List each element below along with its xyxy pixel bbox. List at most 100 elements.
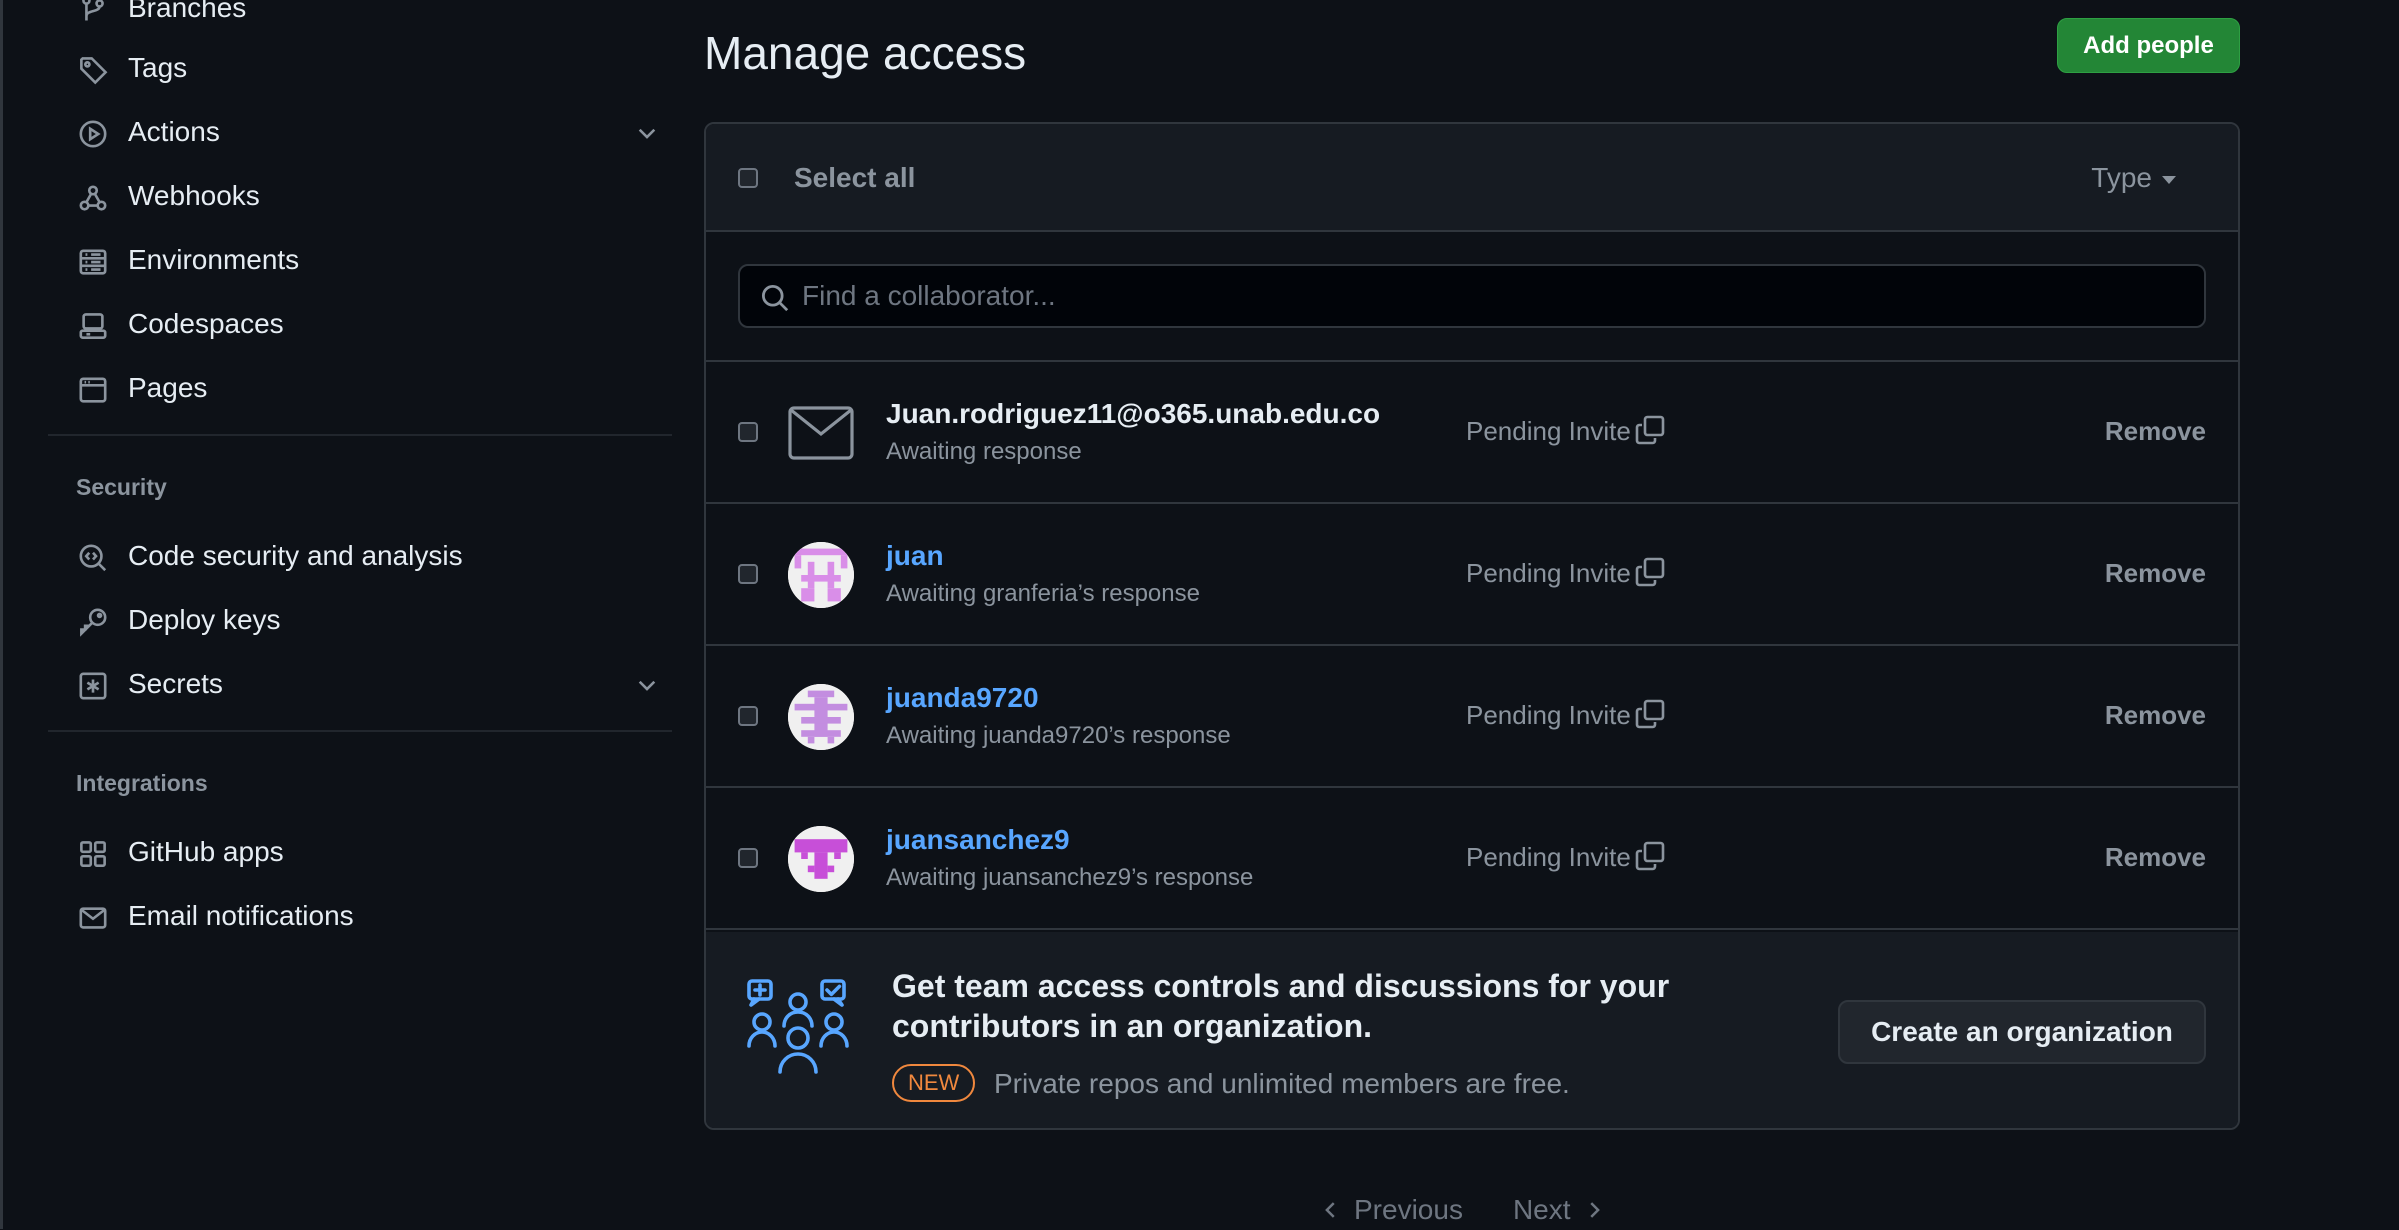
invite-status: Pending Invite (1466, 700, 1631, 730)
codespaces-icon (78, 311, 108, 341)
row-checkbox[interactable] (738, 422, 758, 442)
browser-icon (78, 375, 108, 405)
sidebar-item-github-apps[interactable]: GitHub apps (48, 828, 648, 876)
copy-icon[interactable] (1634, 698, 1666, 730)
sidebar-item-label: Environments (128, 244, 300, 275)
copy-icon[interactable] (1634, 414, 1666, 446)
sidebar-item-label: Code security and analysis (128, 540, 463, 571)
remove-button[interactable]: Remove (2105, 842, 2206, 873)
collaborator-row: juansanchez9 Awaiting juansanchez9’s res… (706, 788, 2238, 930)
copy-icon[interactable] (1634, 556, 1666, 588)
sidebar-item-label: Codespaces (128, 308, 284, 339)
server-icon (78, 247, 108, 277)
collaborator-name[interactable]: juan (886, 540, 944, 572)
row-checkbox[interactable] (738, 848, 758, 868)
search-input[interactable] (802, 266, 2192, 326)
tag-icon (78, 55, 108, 85)
avatar[interactable] (788, 826, 854, 892)
sidebar-item-code-security[interactable]: Code security and analysis (48, 532, 648, 580)
chevron-down-icon[interactable] (634, 672, 660, 698)
team-illustration-icon (746, 978, 850, 1082)
chevron-left-icon (1325, 1202, 1335, 1218)
new-badge: NEW (892, 1064, 976, 1102)
avatar[interactable] (788, 684, 854, 750)
sidebar-divider (48, 434, 672, 436)
select-all-checkbox[interactable] (738, 168, 758, 188)
key-icon (78, 607, 108, 637)
add-people-button[interactable]: Add people (2057, 18, 2240, 73)
invite-status: Pending Invite (1466, 558, 1631, 588)
sidebar-item-label: Pages (128, 372, 208, 403)
collaborators-header: Select all Type (706, 124, 2238, 232)
previous-label: Previous (1354, 1194, 1463, 1225)
page-title: Manage access (704, 27, 1027, 79)
caret-down-icon (2162, 175, 2176, 184)
create-organization-button[interactable]: Create an organization (1838, 1000, 2206, 1064)
sidebar-item-actions[interactable]: Actions (48, 108, 656, 156)
collaborator-status-detail: Awaiting response (886, 438, 1082, 465)
sidebar-divider (48, 730, 672, 732)
sidebar-item-label: Actions (128, 116, 220, 147)
asterisk-icon (78, 671, 108, 701)
copy-icon[interactable] (1634, 840, 1666, 872)
apps-icon (78, 839, 108, 869)
search-icon (760, 283, 790, 313)
promo-tagline: Private repos and unlimited members are … (994, 1068, 1570, 1099)
sidebar-item-environments[interactable]: Environments (48, 236, 648, 284)
envelope-icon (788, 406, 854, 460)
sidebar-item-webhooks[interactable]: Webhooks (48, 172, 648, 220)
collaborator-row: juan Awaiting granferia’s response Pendi… (706, 504, 2238, 646)
collaborator-name[interactable]: juanda9720 (886, 682, 1039, 714)
sidebar-section-integrations: Integrations (76, 770, 208, 796)
next-label: Next (1512, 1194, 1571, 1225)
pagination: Previous Next (1320, 1190, 1605, 1230)
next-page-button[interactable]: Next (1513, 1194, 1605, 1226)
sidebar-item-codespaces[interactable]: Codespaces (48, 300, 648, 348)
collaborator-status-detail: Awaiting juansanchez9’s response (886, 864, 1254, 891)
invite-status: Pending Invite (1466, 416, 1631, 446)
collaborator-name: Juan.rodriguez11@o365.unab.edu.co (886, 398, 1381, 429)
search-area (706, 232, 2238, 362)
codescan-icon (78, 543, 108, 573)
sidebar-item-label: Webhooks (128, 180, 260, 211)
sidebar-item-label: Secrets (128, 668, 223, 699)
chevron-right-icon (1589, 1202, 1600, 1218)
collaborator-row: juanda9720 Awaiting juanda9720’s respons… (706, 646, 2238, 788)
sidebar-item-email-notifications[interactable]: Email notifications (48, 892, 648, 940)
sidebar-item-label: GitHub apps (128, 836, 284, 867)
promo-headline: Get team access controls and discussions… (892, 968, 1670, 1044)
sidebar-item-deploy-keys[interactable]: Deploy keys (48, 596, 648, 644)
row-checkbox[interactable] (738, 706, 758, 726)
remove-button[interactable]: Remove (2105, 700, 2206, 731)
sidebar-section-security: Security (76, 474, 167, 500)
chevron-down-icon[interactable] (634, 120, 660, 146)
search-box (738, 264, 2206, 328)
sidebar-item-pages[interactable]: Pages (48, 364, 648, 412)
sidebar-item-label: Tags (128, 52, 188, 83)
type-filter-dropdown[interactable]: Type (2091, 162, 2176, 194)
previous-page-button[interactable]: Previous (1320, 1194, 1463, 1226)
sidebar-item-label: Deploy keys (128, 604, 281, 635)
row-checkbox[interactable] (738, 564, 758, 584)
branch-icon (78, 0, 108, 25)
collaborator-status-detail: Awaiting granferia’s response (886, 580, 1200, 607)
type-filter-label: Type (2091, 162, 2152, 193)
play-icon (78, 119, 108, 149)
select-all-label: Select all (794, 162, 916, 193)
sidebar-item-branches[interactable]: Branches (48, 0, 648, 32)
webhook-icon (78, 183, 108, 213)
sidebar-item-tags[interactable]: Tags (48, 44, 648, 92)
organization-promo: Get team access controls and discussions… (706, 932, 2238, 1128)
remove-button[interactable]: Remove (2105, 416, 2206, 447)
sidebar-item-secrets[interactable]: Secrets (48, 660, 656, 708)
collaborator-row: Juan.rodriguez11@o365.unab.edu.co Awaiti… (706, 362, 2238, 504)
collaborators-panel: Select all Type Juan.rodriguez11@o365.un… (704, 122, 2240, 1130)
collaborator-name[interactable]: juansanchez9 (886, 824, 1070, 856)
sidebar-item-label: Branches (128, 0, 247, 23)
invite-status: Pending Invite (1466, 842, 1631, 872)
collaborator-status-detail: Awaiting juanda9720’s response (886, 722, 1231, 749)
sidebar-item-label: Email notifications (128, 900, 354, 931)
remove-button[interactable]: Remove (2105, 558, 2206, 589)
mail-icon (78, 903, 108, 933)
avatar[interactable] (788, 542, 854, 608)
